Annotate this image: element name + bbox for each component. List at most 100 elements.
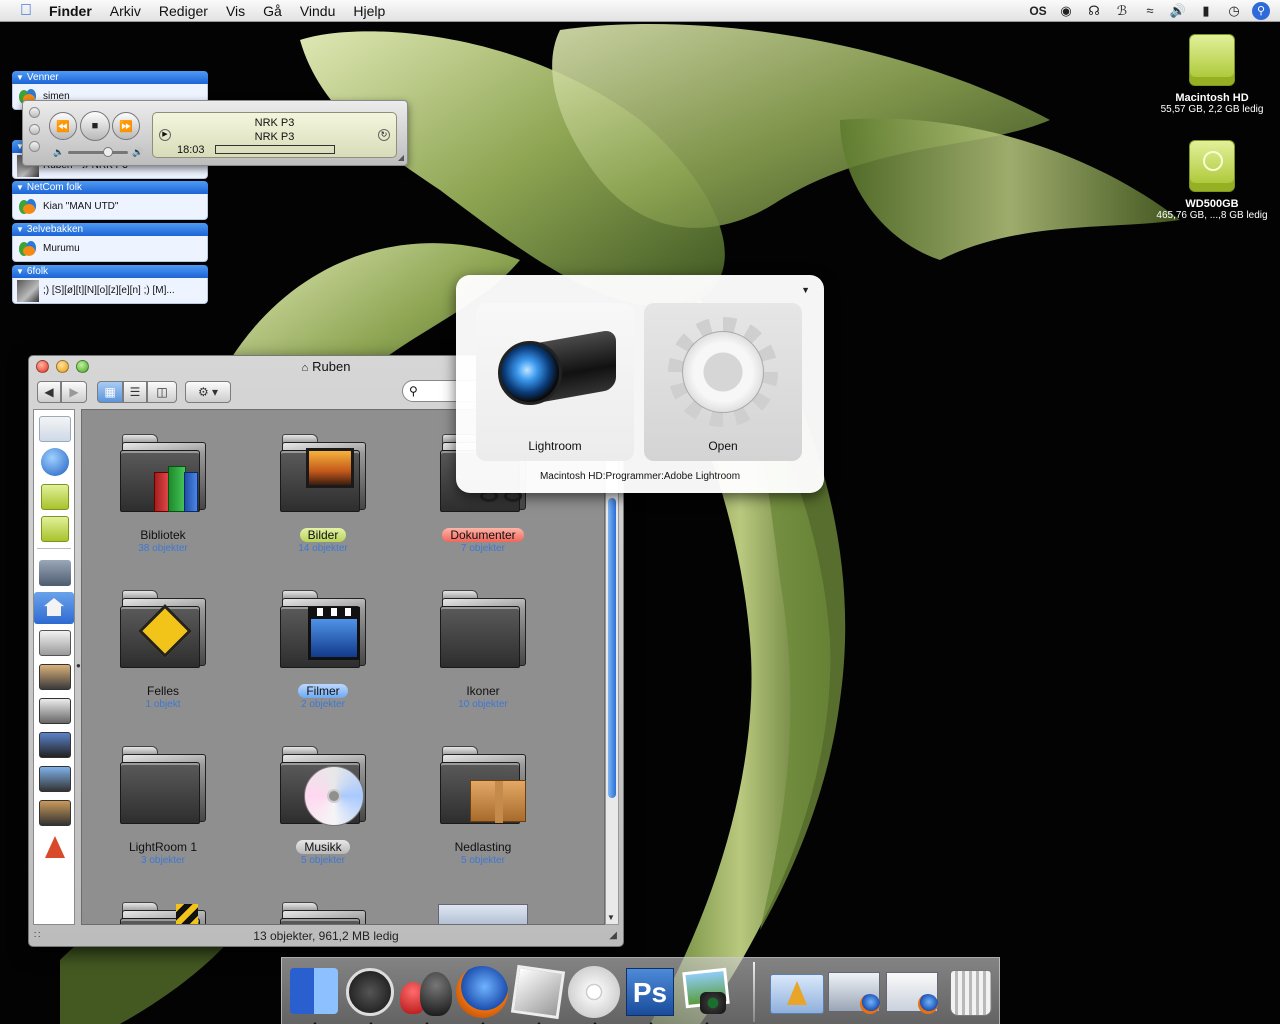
zoom-button[interactable]: [76, 360, 89, 373]
finder-sidebar: [33, 409, 75, 925]
dock-applications-folder[interactable]: [768, 964, 824, 1020]
folder-bilder[interactable]: Bilder 14 objekter: [258, 426, 388, 554]
sidebar-cd-icon[interactable]: [39, 698, 71, 724]
forward-button[interactable]: ▶: [61, 381, 87, 403]
close-button[interactable]: [36, 360, 49, 373]
sidebar-macintosh-hd-icon[interactable]: [41, 484, 69, 510]
close-button[interactable]: [29, 107, 40, 118]
menu-vis[interactable]: Vis: [217, 3, 254, 19]
action-menu-button[interactable]: ⚙ ▾: [185, 381, 231, 403]
play-state-icon[interactable]: ▶: [159, 129, 171, 141]
folder-felles[interactable]: Felles 1 objekt: [98, 582, 228, 710]
sidebar-desktop-icon[interactable]: [39, 560, 71, 586]
apple-menu-icon[interactable]: : [12, 2, 40, 20]
dock-photoshop[interactable]: Ps: [622, 964, 678, 1024]
folder-musikk[interactable]: Musikk 5 objekter: [258, 738, 388, 866]
folder-partial-1[interactable]: [98, 894, 228, 924]
dock: Ps: [281, 957, 1000, 1024]
volume-slider[interactable]: [68, 147, 129, 157]
dock-finder[interactable]: [286, 964, 342, 1024]
status-text: 13 objekter, 961,2 MB ledig: [253, 929, 399, 943]
folder-partial-2[interactable]: [258, 894, 388, 924]
zoom-button[interactable]: [29, 141, 40, 152]
buddy-group-header[interactable]: ▼ NetCom folk: [12, 181, 208, 194]
next-track-button[interactable]: ⏩: [112, 112, 140, 140]
bluetooth-icon[interactable]: ℬ: [1112, 3, 1132, 19]
list-view-button[interactable]: ☰: [123, 381, 147, 403]
dock-msn-messenger[interactable]: [398, 964, 454, 1024]
volume-low-icon: 🔈: [53, 147, 65, 157]
buddy-row[interactable]: Kian "MAN UTD": [12, 194, 208, 220]
drive-name: Macintosh HD: [1175, 92, 1249, 104]
menu-hjelp[interactable]: Hjelp: [344, 3, 394, 19]
toolbar-toggle-icon[interactable]: ∷: [34, 926, 40, 946]
sidebar-wd500gb-icon[interactable]: [41, 516, 69, 542]
columns-icon: ◫: [156, 385, 168, 399]
sidebar-applications-icon[interactable]: [39, 630, 71, 656]
volume-icon[interactable]: 🔊: [1168, 3, 1188, 19]
sidebar-home-icon[interactable]: [34, 592, 74, 624]
dock-itunes[interactable]: [566, 964, 622, 1024]
back-button[interactable]: ◀: [37, 381, 61, 403]
volume-knob[interactable]: [103, 147, 114, 157]
dock-iphoto[interactable]: [678, 964, 734, 1024]
folder-ikoner[interactable]: Ikoner 10 objekter: [418, 582, 548, 710]
action-pane[interactable]: Open: [644, 303, 802, 461]
dock-firefox[interactable]: [454, 964, 510, 1024]
resize-grip-icon[interactable]: ◢: [609, 926, 617, 946]
resize-grip-icon[interactable]: ◢: [398, 153, 404, 162]
dock-screenshots-folder[interactable]: [826, 964, 882, 1020]
minimize-button[interactable]: [56, 360, 69, 373]
sidebar-downloads-icon[interactable]: [39, 800, 71, 826]
sidebar-idisk-icon[interactable]: [41, 448, 69, 476]
sidebar-sites-icon[interactable]: [39, 766, 71, 792]
buddy-group-header[interactable]: ▼ 3elvebakken: [12, 223, 208, 236]
folder-nedlasting[interactable]: Nedlasting 5 objekter: [418, 738, 548, 866]
battery-icon[interactable]: ▮: [1196, 3, 1216, 19]
sidebar-applications-a-icon[interactable]: [41, 834, 69, 860]
messenger-status-icon[interactable]: ◉: [1056, 3, 1076, 19]
wifi-icon[interactable]: ≈: [1140, 3, 1160, 18]
minimize-button[interactable]: [29, 124, 40, 135]
buddy-name: Murumu: [43, 243, 80, 254]
sidebar-network-icon[interactable]: [39, 416, 71, 442]
scrollbar-thumb[interactable]: [608, 498, 616, 798]
toggle-display-icon[interactable]: ↻: [378, 129, 390, 141]
buddy-row[interactable]: Murumu: [12, 236, 208, 262]
dock-downloads-folder[interactable]: [884, 964, 940, 1020]
menu-vindu[interactable]: Vindu: [291, 3, 345, 19]
headphones-icon[interactable]: ☊: [1084, 3, 1104, 19]
buddy-group-header[interactable]: ▼ Venner: [12, 71, 208, 84]
sidebar-divider: [37, 548, 71, 549]
previous-track-button[interactable]: ⏪: [49, 112, 77, 140]
column-view-button[interactable]: ◫: [147, 381, 177, 403]
menu-rediger[interactable]: Rediger: [150, 3, 217, 19]
folder-lightroom-1[interactable]: LightRoom 1 3 objekter: [98, 738, 228, 866]
dock-dashboard[interactable]: [342, 964, 398, 1024]
item-count: 5 objekter: [461, 855, 505, 866]
dock-preview[interactable]: [510, 964, 566, 1024]
spotlight-icon[interactable]: ⚲: [1252, 1, 1270, 20]
scroll-down-arrow-icon[interactable]: ▼: [607, 913, 615, 922]
folder-icon: [278, 582, 368, 672]
clock-icon[interactable]: ◷: [1224, 3, 1244, 19]
icon-view-button[interactable]: ▦: [97, 381, 123, 403]
desktop-drive-macintosh-hd[interactable]: Macintosh HD 55,57 GB, 2,2 GB ledig: [1147, 34, 1277, 115]
menu-finder[interactable]: Finder: [40, 3, 101, 19]
folder-bibliotek[interactable]: Bibliotek 38 objekter: [98, 426, 228, 554]
object-pane[interactable]: Lightroom: [476, 303, 634, 461]
quicksilver-menu-icon[interactable]: ▼: [801, 285, 810, 295]
buddy-group-header[interactable]: ▼ 6folk: [12, 265, 208, 278]
stop-button[interactable]: ■: [80, 111, 110, 141]
menu-arkiv[interactable]: Arkiv: [101, 3, 150, 19]
dock-trash[interactable]: [942, 964, 998, 1020]
sidebar-pictures-icon[interactable]: [39, 664, 71, 690]
desktop-drive-wd500gb[interactable]: WD500GB 465,76 GB, ...,8 GB ledig: [1147, 140, 1277, 221]
menu-ga[interactable]: Gå: [254, 3, 291, 19]
buddy-name: ;) [S][ø][t][N][o][z][e][n] ;) [M]...: [43, 285, 175, 296]
folder-filmer[interactable]: Filmer 2 objekter: [258, 582, 388, 710]
buddy-row[interactable]: ;) [S][ø][t][N][o][z][e][n] ;) [M]...: [12, 278, 208, 304]
os-menu-icon[interactable]: OS: [1028, 4, 1048, 18]
item-partial-3[interactable]: [418, 894, 548, 924]
sidebar-movies-icon[interactable]: [39, 732, 71, 758]
